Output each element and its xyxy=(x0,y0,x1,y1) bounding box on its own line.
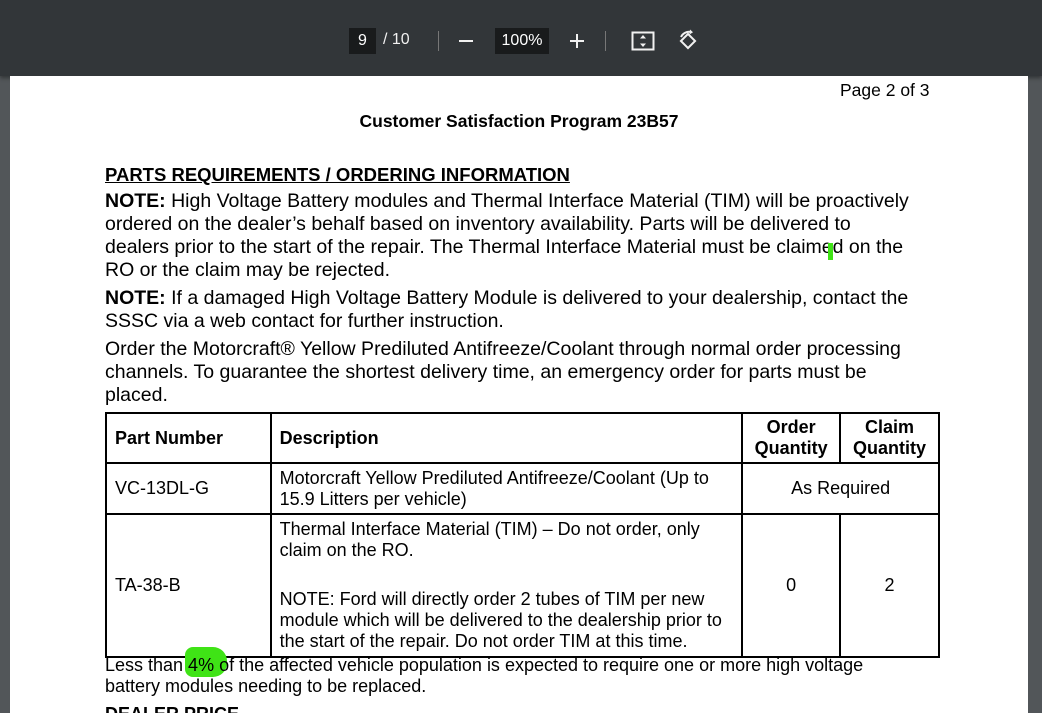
order-line: channels. To guarantee the shortest deli… xyxy=(105,361,867,383)
note-line: NOTE: High Voltage Battery modules and T… xyxy=(105,190,945,213)
description-line: the start of the repair. Do not order TI… xyxy=(279,631,688,651)
note-paragraph-2: NOTE: If a damaged High Voltage Battery … xyxy=(105,287,945,333)
cut-off-heading: DEALER PRICE xyxy=(105,704,239,713)
section-heading: PARTS REQUIREMENTS / ORDERING INFORMATIO… xyxy=(105,164,570,185)
description-line: claim on the RO. xyxy=(279,540,414,560)
description-line: module which will be delivered to the de… xyxy=(279,610,722,630)
pdf-toolbar: 9 / 10 100% xyxy=(0,0,1042,76)
header-line: Claim xyxy=(865,417,915,437)
header-order-quantity: Order Quantity xyxy=(741,412,842,464)
toolbar-divider xyxy=(605,31,606,51)
note-line: RO or the claim may be rejected. xyxy=(105,259,391,281)
pdf-page: Page 2 of 3 Customer Satisfaction Progra… xyxy=(10,76,1028,713)
header-line: Order xyxy=(766,417,816,437)
description-line: Motorcraft Yellow Prediluted Antifreeze/… xyxy=(279,467,709,488)
note-line: SSSC via a web contact for further instr… xyxy=(105,310,504,332)
header-description: Description xyxy=(269,412,744,464)
fit-page-icon xyxy=(631,31,655,51)
note-line: NOTE: If a damaged High Voltage Battery … xyxy=(105,287,945,310)
footer-line: battery modules needing to be replaced. xyxy=(105,676,427,696)
zoom-level-input[interactable]: 100% xyxy=(495,28,549,54)
description-line: 15.9 Litters per vehicle) xyxy=(279,488,467,509)
header-part-number: Part Number xyxy=(105,412,272,464)
minus-icon xyxy=(459,40,473,42)
zoom-in-button[interactable] xyxy=(562,26,592,56)
table-row: VC-13DL-G Motorcraft Yellow Prediluted A… xyxy=(105,462,940,515)
page-label: Page 2 of 3 xyxy=(840,80,930,100)
cell-claim-quantity: 2 xyxy=(839,513,940,658)
rotate-button[interactable] xyxy=(673,26,703,56)
parts-table: Part Number Description Order Quantity C… xyxy=(105,412,940,658)
cell-description: Thermal Interface Material (TIM) – Do no… xyxy=(269,513,744,658)
cell-description: Motorcraft Yellow Prediluted Antifreeze/… xyxy=(269,462,744,515)
rotate-icon xyxy=(679,29,697,50)
order-line: Order the Motorcraft® Yellow Prediluted … xyxy=(105,338,901,360)
zoom-out-button[interactable] xyxy=(451,26,481,56)
footer-line: Less than 4% of the affected vehicle pop… xyxy=(105,655,864,675)
note-text: High Voltage Battery modules and Thermal… xyxy=(165,190,909,212)
footer-paragraph: Less than 4% of the affected vehicle pop… xyxy=(105,655,955,697)
cell-part-number: VC-13DL-G xyxy=(105,462,272,515)
header-line: Quantity xyxy=(754,438,828,458)
program-title: Customer Satisfaction Program 23B57 xyxy=(359,111,679,131)
cell-order-quantity: 0 xyxy=(741,513,842,658)
fit-to-page-button[interactable] xyxy=(628,26,658,56)
note-label: NOTE: xyxy=(105,287,166,309)
order-line: placed. xyxy=(105,384,168,406)
plus-icon xyxy=(570,34,584,48)
description-line: NOTE: Ford will directly order 2 tubes o… xyxy=(279,589,705,609)
header-claim-quantity: Claim Quantity xyxy=(839,412,940,464)
highlight-mark xyxy=(828,243,833,260)
cell-part-number: TA-38-B xyxy=(105,513,272,658)
page-number-input[interactable]: 9 xyxy=(349,28,376,54)
note-text: If a damaged High Voltage Battery Module… xyxy=(165,287,909,309)
header-line: Quantity xyxy=(853,438,927,458)
cell-quantity-merged: As Required xyxy=(741,462,940,515)
description-line: Thermal Interface Material (TIM) – Do no… xyxy=(279,519,700,539)
page-total: / 10 xyxy=(383,31,410,48)
note-label: NOTE: xyxy=(105,190,166,212)
table-row: TA-38-B Thermal Interface Material (TIM)… xyxy=(105,513,940,658)
note-paragraph-1: NOTE: High Voltage Battery modules and T… xyxy=(105,190,945,282)
order-paragraph: Order the Motorcraft® Yellow Prediluted … xyxy=(105,338,945,407)
toolbar-divider xyxy=(438,31,439,51)
note-line: ordered on the dealer’s behalf based on … xyxy=(105,213,851,235)
table-header-row: Part Number Description Order Quantity C… xyxy=(105,412,940,464)
note-line: dealers prior to the start of the repair… xyxy=(105,236,904,258)
